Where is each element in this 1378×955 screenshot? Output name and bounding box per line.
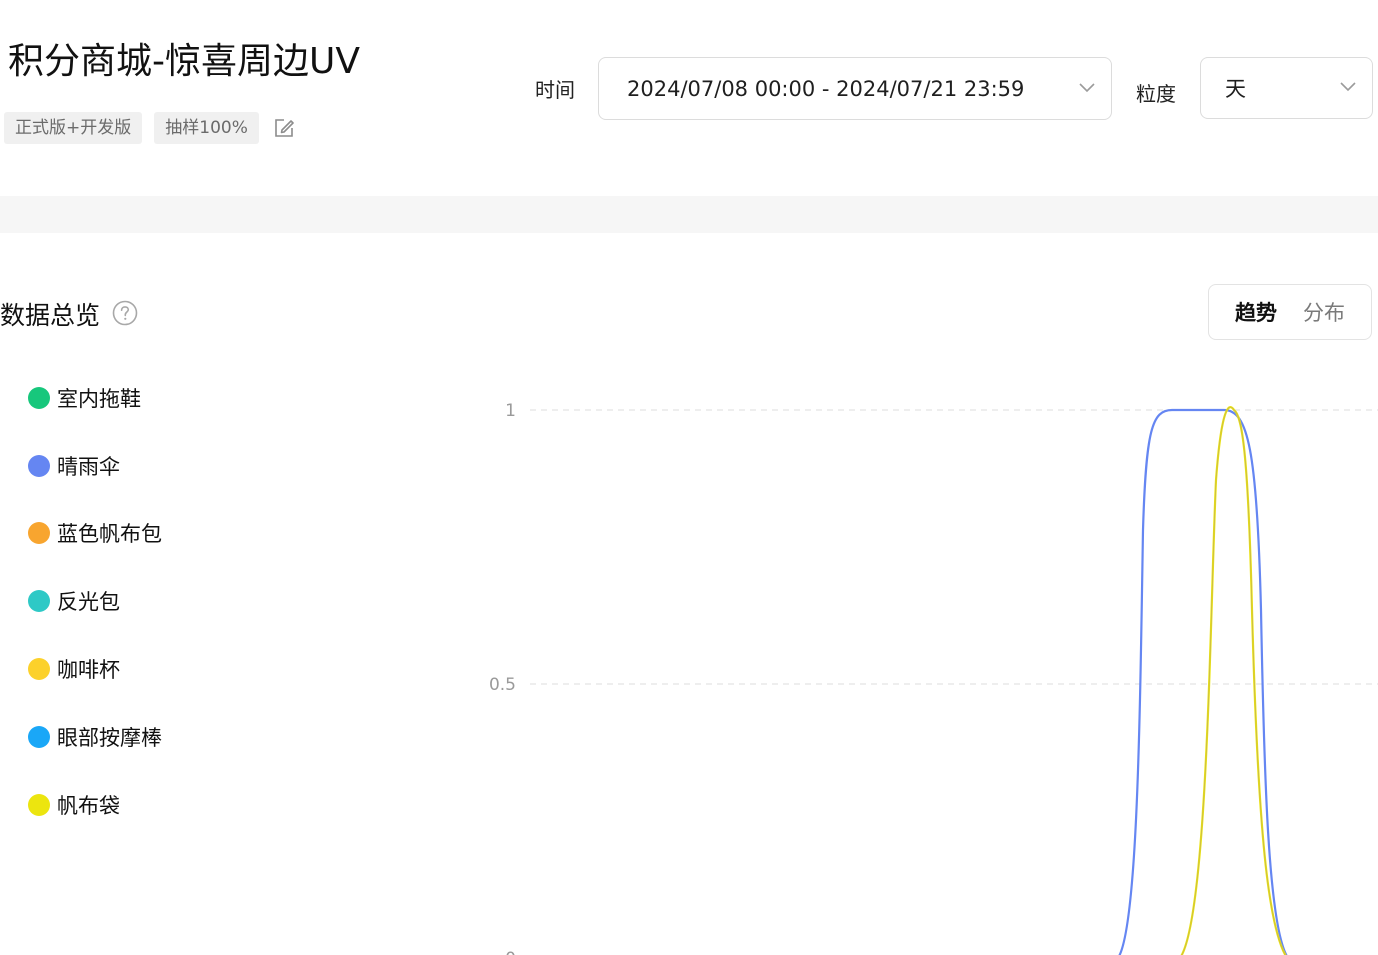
series-line-umbrella[interactable] [1118, 408, 1288, 955]
y-tick-label: 0.5 [489, 675, 516, 695]
y-tick-label: 0 [505, 949, 516, 955]
page: 积分商城-惊喜周边UV 正式版+开发版 抽样100% 时间 2024/07/08… [0, 0, 1378, 955]
y-tick-label: 1 [505, 401, 516, 421]
trend-chart: 10.50 [489, 401, 1378, 955]
